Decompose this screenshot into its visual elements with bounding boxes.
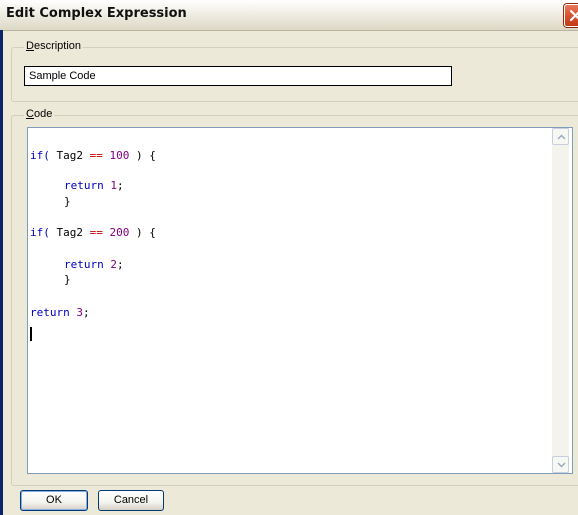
code-line: return 1; <box>64 179 124 192</box>
code-line: } <box>64 273 71 286</box>
window-title: Edit Complex Expression <box>6 6 187 21</box>
window-border-left <box>0 30 3 515</box>
text-caret <box>30 327 32 341</box>
close-icon <box>569 9 578 22</box>
close-button[interactable] <box>564 4 578 27</box>
scroll-down-button[interactable] <box>552 456 569 473</box>
code-label: Code <box>24 108 55 120</box>
code-editor[interactable]: if( Tag2 == 100 ) { return 1; } if( Tag2… <box>27 127 573 474</box>
code-line: return 3; <box>30 306 90 319</box>
chevron-up-icon <box>557 134 566 140</box>
cancel-button[interactable]: Cancel <box>98 490 164 511</box>
code-line: } <box>64 195 71 208</box>
code-line: if( Tag2 == 200 ) { <box>30 226 156 239</box>
code-line: if( Tag2 == 100 ) { <box>30 149 156 162</box>
title-bar[interactable]: Edit Complex Expression <box>0 0 578 31</box>
description-label: Description <box>24 40 84 52</box>
chevron-down-icon <box>557 462 566 468</box>
dialog-window: Edit Complex Expression Description Samp… <box>0 0 578 515</box>
scroll-up-button[interactable] <box>552 128 569 145</box>
description-input[interactable]: Sample Code <box>24 66 452 86</box>
code-line: return 2; <box>64 258 124 271</box>
ok-button[interactable]: OK <box>20 490 88 511</box>
vertical-scrollbar[interactable] <box>552 128 569 473</box>
